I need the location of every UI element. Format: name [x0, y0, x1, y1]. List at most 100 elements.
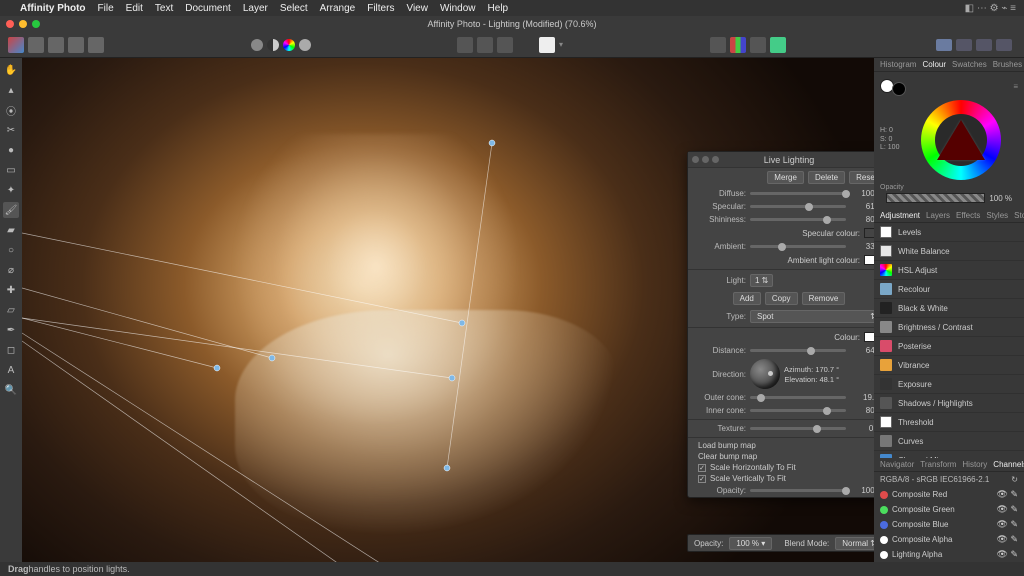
specular-slider[interactable] [750, 205, 846, 208]
diffuse-value[interactable]: 100 % [850, 189, 874, 198]
channel-row[interactable]: Composite Red👁 ✎ [874, 487, 1024, 502]
studio-panel-4-icon[interactable] [996, 39, 1012, 51]
menu-help[interactable]: Help [488, 3, 509, 14]
texture-slider[interactable] [750, 427, 846, 430]
adjustment-item[interactable]: Vibrance [874, 356, 1024, 375]
menu-layer[interactable]: Layer [243, 3, 268, 14]
studio-panel-3-icon[interactable] [976, 39, 992, 51]
menu-text[interactable]: Text [155, 3, 173, 14]
ambient-slider[interactable] [750, 245, 846, 248]
opacity-value[interactable]: 100 % [989, 194, 1012, 203]
autocontrast-icon[interactable] [267, 39, 279, 51]
menu-document[interactable]: Document [185, 3, 231, 14]
clear-bump-button[interactable]: Clear bump map [688, 451, 874, 462]
panel-max-icon[interactable] [712, 156, 719, 163]
specular-colour-swatch[interactable] [864, 228, 874, 238]
panel-opacity-slider[interactable] [750, 489, 846, 492]
scale-v-checkbox[interactable]: ✓ [698, 475, 706, 483]
adjustment-item[interactable]: Shadows / Highlights [874, 394, 1024, 413]
move-tool-icon[interactable]: ▴ [3, 82, 19, 98]
fill-tool-icon[interactable]: ▰ [3, 222, 19, 238]
inner-cone-value[interactable]: 80 % [850, 406, 874, 415]
marquee-tool-icon[interactable]: ▭ [3, 162, 19, 178]
channels-reset-icon[interactable]: ↻ [1011, 475, 1018, 484]
menu-view[interactable]: View [406, 3, 428, 14]
text-tool-icon[interactable]: A [3, 362, 19, 378]
copy-light-button[interactable]: Copy [765, 292, 798, 305]
persona-photo-icon[interactable] [8, 37, 24, 53]
tab-colour[interactable]: Colour [922, 60, 946, 69]
selection-brush-tool-icon[interactable]: ● [3, 142, 19, 158]
ambient-colour-swatch[interactable] [864, 255, 874, 265]
quickmask-icon[interactable] [539, 37, 555, 53]
light-handle[interactable] [459, 320, 465, 326]
adjustment-item[interactable]: Threshold [874, 413, 1024, 432]
delete-button[interactable]: Delete [808, 171, 845, 184]
texture-value[interactable]: 0 px [850, 424, 874, 433]
assistant-icon[interactable] [770, 37, 786, 53]
light-index-stepper[interactable]: 1 ⇅ [750, 274, 773, 287]
panel-close-icon[interactable] [692, 156, 699, 163]
tab-history[interactable]: History [962, 460, 987, 469]
light-handle[interactable] [269, 355, 275, 361]
elevation-value[interactable]: 48.1 ° [819, 375, 839, 384]
load-bump-button[interactable]: Load bump map [688, 440, 874, 451]
eraser-tool-icon[interactable]: ▱ [3, 302, 19, 318]
menu-edit[interactable]: Edit [126, 3, 143, 14]
autolevels-icon[interactable] [251, 39, 263, 51]
channel-visibility-icon[interactable]: 👁 ✎ [997, 489, 1018, 500]
adjustment-list[interactable]: LevelsWhite BalanceHSL AdjustRecolourBla… [874, 223, 1024, 458]
dropdown-chevron-icon[interactable]: ▾ [559, 40, 563, 49]
adjustment-item[interactable]: Black & White [874, 299, 1024, 318]
alignment-icon[interactable] [750, 37, 766, 53]
merge-button[interactable]: Merge [767, 171, 804, 184]
tab-navigator[interactable]: Navigator [880, 460, 914, 469]
light-colour-swatch[interactable] [864, 332, 874, 342]
arrange-icon[interactable] [710, 37, 726, 53]
studio-panel-2-icon[interactable] [956, 39, 972, 51]
document-canvas[interactable]: Live Lighting Merge Delete Reset Diffuse… [22, 58, 874, 562]
adjustment-item[interactable]: HSL Adjust [874, 261, 1024, 280]
nav-tabs[interactable]: Navigator Transform History Channels [874, 458, 1024, 472]
channel-visibility-icon[interactable]: 👁 ✎ [997, 504, 1018, 515]
shininess-slider[interactable] [750, 218, 846, 221]
tab-adjustment[interactable]: Adjustment [880, 211, 920, 220]
adjustment-item[interactable]: Curves [874, 432, 1024, 451]
adjustment-item[interactable]: Channel Mixer [874, 451, 1024, 458]
ambient-value[interactable]: 33 % [850, 242, 874, 251]
tab-stock[interactable]: Stock [1014, 211, 1024, 220]
panel-min-icon[interactable] [702, 156, 709, 163]
distance-value[interactable]: 64 % [850, 346, 874, 355]
tab-brushes[interactable]: Brushes [993, 60, 1022, 69]
app-menu[interactable]: Affinity Photo [20, 3, 86, 14]
hand-tool-icon[interactable]: ✋ [3, 62, 19, 78]
adjustment-item[interactable]: White Balance [874, 242, 1024, 261]
selection-add-icon[interactable] [477, 37, 493, 53]
panel-opacity-value[interactable]: 100 % [850, 486, 874, 495]
outer-cone-slider[interactable] [750, 396, 846, 399]
channel-visibility-icon[interactable]: 👁 ✎ [997, 519, 1018, 530]
persona-tone-mapping-icon[interactable] [68, 37, 84, 53]
adjustment-item[interactable]: Brightness / Contrast [874, 318, 1024, 337]
menu-arrange[interactable]: Arrange [320, 3, 356, 14]
live-lighting-panel[interactable]: Live Lighting Merge Delete Reset Diffuse… [687, 151, 874, 498]
flood-select-tool-icon[interactable]: ✦ [3, 182, 19, 198]
add-light-button[interactable]: Add [733, 292, 761, 305]
tab-swatches[interactable]: Swatches [952, 60, 987, 69]
colour-menu-icon[interactable]: ≡ [1013, 82, 1018, 91]
background-colour-icon[interactable] [892, 82, 906, 96]
studio-panel-1-icon[interactable] [936, 39, 952, 51]
tab-channels[interactable]: Channels [993, 460, 1024, 469]
paintbrush-tool-icon[interactable]: 🖌 [3, 202, 19, 218]
window-controls[interactable] [6, 20, 40, 28]
tab-styles[interactable]: Styles [986, 211, 1008, 220]
pen-tool-icon[interactable]: ✒ [3, 322, 19, 338]
menu-select[interactable]: Select [280, 3, 308, 14]
adjustment-item[interactable]: Posterise [874, 337, 1024, 356]
channel-row[interactable]: Composite Alpha👁 ✎ [874, 532, 1024, 547]
dodge-tool-icon[interactable]: ○ [3, 242, 19, 258]
clone-tool-icon[interactable]: ⌀ [3, 262, 19, 278]
type-select[interactable]: Spot⇅ [750, 310, 874, 323]
adjustment-item[interactable]: Levels [874, 223, 1024, 242]
diffuse-slider[interactable] [750, 192, 846, 195]
